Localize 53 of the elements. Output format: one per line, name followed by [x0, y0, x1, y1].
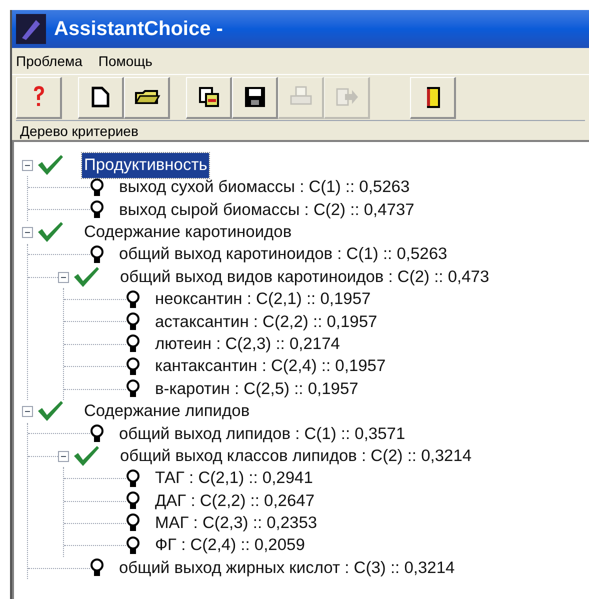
- light-bulb-icon: [126, 536, 140, 556]
- light-bulb-icon: [126, 356, 140, 377]
- checkmark-icon: [72, 266, 100, 288]
- light-bulb-icon: [126, 312, 140, 332]
- light-bulb-icon: [126, 379, 140, 400]
- light-bulb-icon: [90, 558, 104, 578]
- tree-node-label[interactable]: общий выход видов каротиноидов : C(2) :: 0,473: [118, 264, 492, 290]
- toolbar-button[interactable]: [410, 76, 456, 118]
- checkmark-icon: [36, 400, 64, 422]
- light-bulb-icon: [90, 424, 104, 444]
- tree-node-label[interactable]: выход сырой биомассы : C(2) :: 0,4737: [117, 198, 416, 222]
- tree-node-label[interactable]: неоксантин : C(2,1) :: 0,1957: [153, 287, 373, 312]
- tree-node-label[interactable]: в-каротин : C(2,5) :: 0,1957: [153, 376, 360, 402]
- collapse-icon[interactable]: [22, 226, 33, 238]
- light-bulb-icon: [90, 244, 104, 265]
- toolbar-button[interactable]: [124, 76, 170, 118]
- menu-item[interactable]: Помощь: [98, 50, 152, 72]
- light-bulb-icon: [126, 290, 140, 310]
- tree-node-label[interactable]: общий выход классов липидов : C(2) :: 0,3214: [118, 444, 474, 469]
- light-bulb-icon: [90, 178, 104, 198]
- light-bulb-icon: [126, 334, 140, 354]
- menu-item[interactable]: Проблема: [16, 50, 82, 72]
- tree-node-label[interactable]: выход сухой биомассы : C(1) :: 0,5263: [117, 175, 412, 200]
- app-icon: [16, 14, 46, 44]
- tree-node-label[interactable]: астаксантин : C(2,2) :: 0,1957: [153, 310, 380, 334]
- tree-node-label[interactable]: лютеин : C(2,3) :: 0,2174: [153, 332, 342, 357]
- toolbar-button[interactable]: [186, 76, 232, 118]
- light-bulb-icon: [126, 491, 140, 512]
- light-bulb-icon: [90, 200, 104, 220]
- collapse-icon[interactable]: [58, 450, 69, 462]
- tree-node-label[interactable]: Содержание каротиноидов: [82, 220, 294, 245]
- tree-node-label[interactable]: Продуктивность: [82, 152, 210, 178]
- tree-node-label[interactable]: ФГ : C(2,4) :: 0,2059: [153, 533, 307, 558]
- tree-node-label[interactable]: общий выход каротиноидов : C(1) :: 0,5263: [117, 242, 450, 268]
- toolbar-button[interactable]: [78, 76, 124, 118]
- collapse-icon[interactable]: [22, 406, 33, 417]
- toolbar-button[interactable]: [232, 76, 278, 118]
- tree-node-label[interactable]: общий выход жирных кислот : C(3) :: 0,3214: [117, 556, 457, 581]
- collapse-icon[interactable]: [58, 272, 69, 283]
- tree-node-label[interactable]: ДАГ : C(2,2) :: 0,2647: [153, 488, 317, 514]
- tree-node-label[interactable]: ТАГ : C(2,1) :: 0,2941: [153, 466, 315, 492]
- light-bulb-icon: [126, 468, 140, 489]
- light-bulb-icon: [126, 513, 140, 534]
- checkmark-icon: [36, 221, 64, 244]
- checkmark-icon: [36, 154, 64, 176]
- tree-node-label[interactable]: кантаксантин : C(2,4) :: 0,1957: [153, 354, 388, 380]
- checkmark-icon: [72, 445, 100, 468]
- tree-node-label[interactable]: Содержание липидов: [82, 399, 252, 424]
- panel-header: Дерево критериев: [16, 120, 585, 140]
- collapse-icon[interactable]: [22, 160, 33, 171]
- window-title: AssistantChoice -: [54, 17, 223, 42]
- tree-node-label[interactable]: общий выход липидов : C(1) :: 0,3571: [117, 422, 408, 446]
- tree-node-label[interactable]: МАГ : C(2,3) :: 0,2353: [153, 511, 320, 536]
